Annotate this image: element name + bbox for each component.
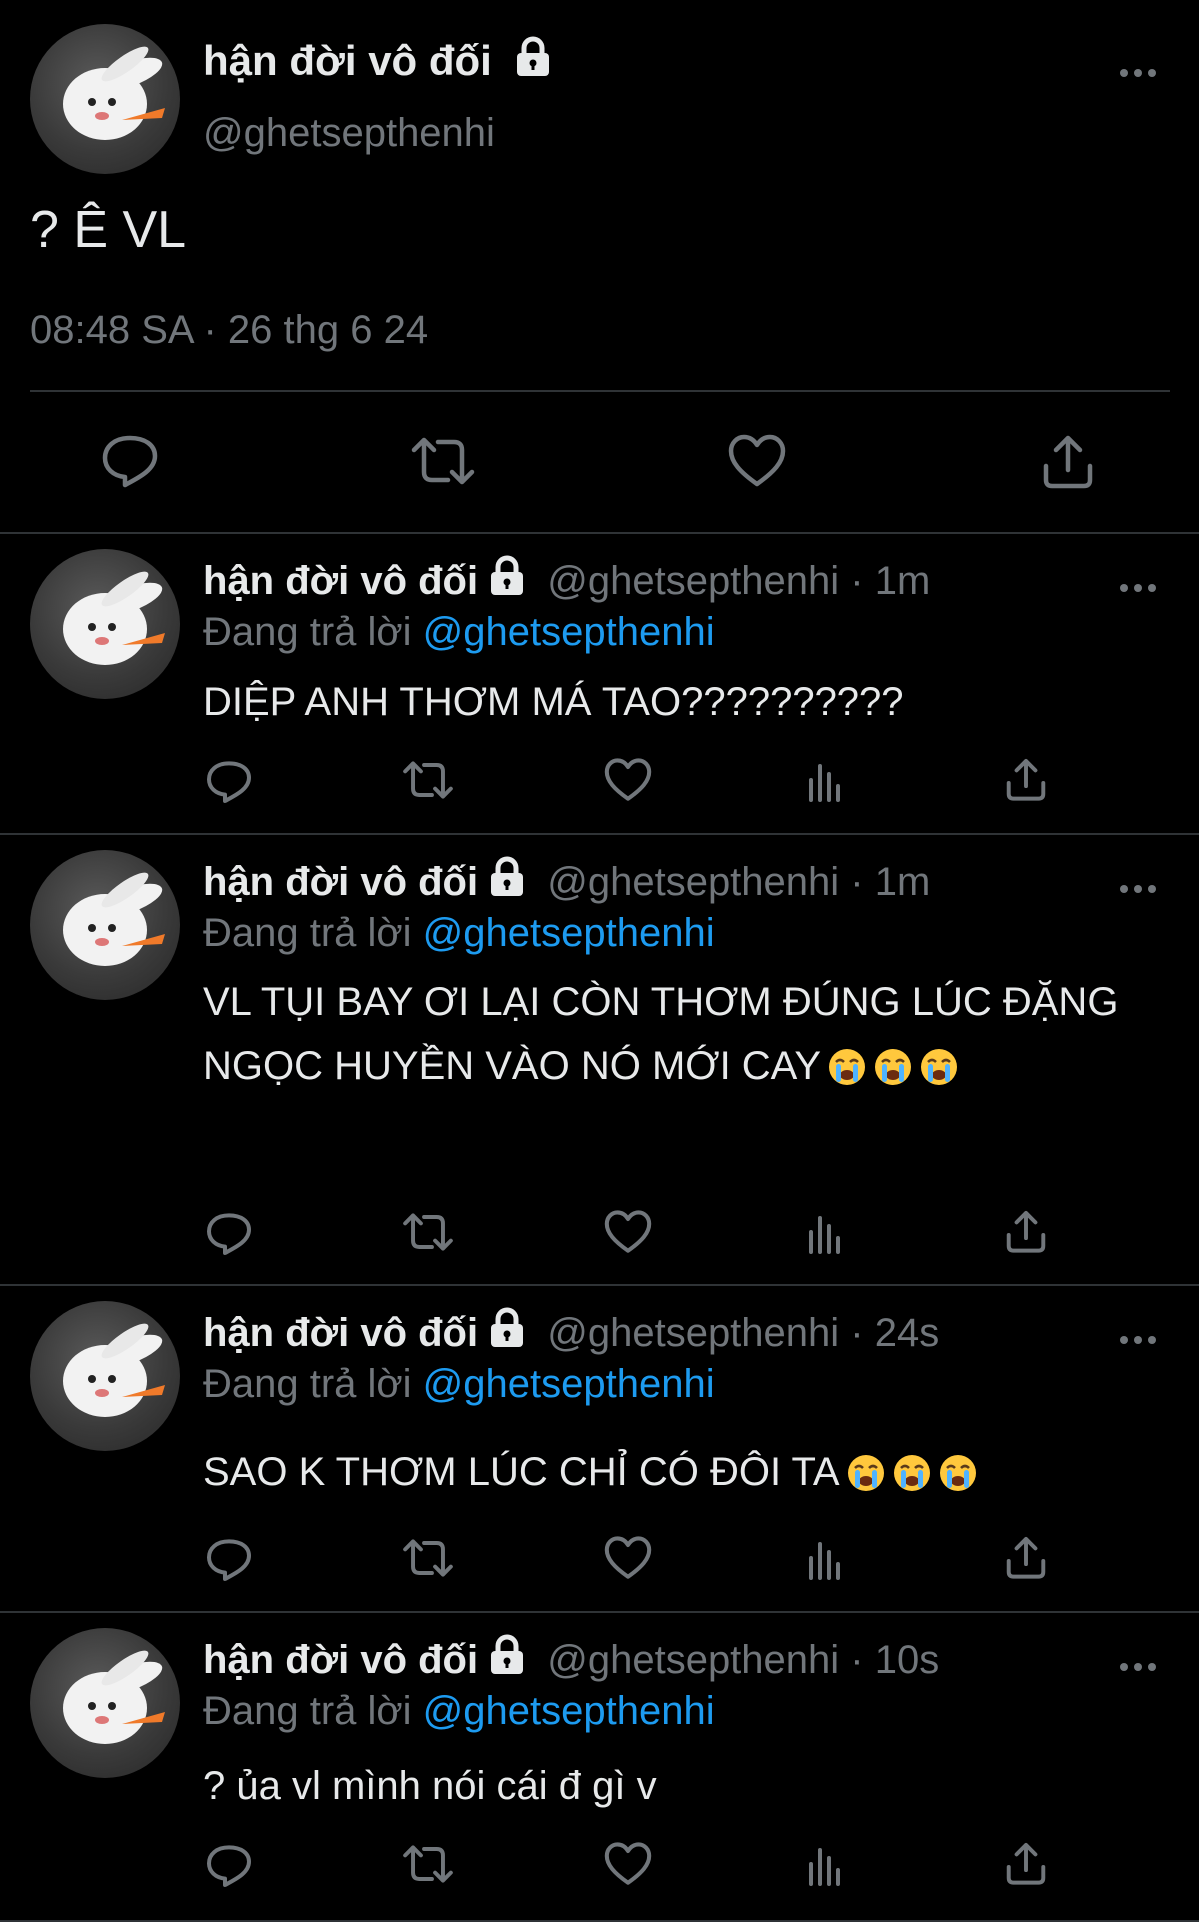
avatar[interactable]	[30, 549, 180, 699]
display-name[interactable]: hận đời vô đối	[203, 36, 552, 86]
share-icon[interactable]	[1040, 432, 1096, 490]
crying-face-emoji	[847, 1455, 884, 1491]
retweet-icon[interactable]	[402, 1842, 454, 1886]
divider	[0, 833, 1199, 835]
replying-to: Đang trả lời @ghetsepthenhi	[203, 610, 715, 654]
divider	[0, 532, 1199, 534]
share-icon[interactable]	[1004, 1534, 1048, 1580]
more-options-icon[interactable]	[1120, 63, 1160, 83]
like-icon[interactable]	[604, 758, 652, 802]
replying-to: Đang trả lời @ghetsepthenhi	[203, 1362, 715, 1406]
handle[interactable]: @ghetsepthenhi	[203, 108, 495, 158]
like-icon[interactable]	[604, 1842, 652, 1886]
lock-icon	[491, 1634, 524, 1674]
lock-icon	[516, 36, 549, 76]
reply-icon[interactable]	[205, 1842, 253, 1888]
tweet-text: DIỆP ANH THƠM MÁ TAO??????????	[203, 680, 904, 724]
avatar[interactable]	[30, 850, 180, 1000]
main-tweet: hận đời vô đối @ghetsepthenhi ? Ê VL 08:…	[0, 0, 1199, 532]
mention-link[interactable]: @ghetsepthenhi	[423, 610, 715, 654]
more-options-icon[interactable]	[1120, 879, 1160, 899]
retweet-icon[interactable]	[410, 434, 476, 488]
tweet-text: ? ủa vl mình nói cái đ gì v	[203, 1764, 657, 1808]
views-analytics-icon[interactable]	[806, 1538, 846, 1580]
handle-and-time[interactable]: @ghetsepthenhi · 24s	[547, 1311, 939, 1355]
display-name[interactable]: hận đời vô đối @ghetsepthenhi · 10s	[203, 1634, 939, 1685]
tweet-text: SAO K THƠM LÚC CHỈ CÓ ĐÔI TA	[203, 1440, 1163, 1504]
display-name[interactable]: hận đời vô đối @ghetsepthenhi · 1m	[203, 555, 930, 606]
divider	[0, 1611, 1199, 1613]
bunny-avatar-image	[63, 872, 165, 966]
mention-link[interactable]: @ghetsepthenhi	[423, 1689, 715, 1733]
lock-icon	[491, 555, 524, 595]
reply-icon[interactable]	[205, 758, 253, 804]
crying-face-emoji	[939, 1455, 976, 1491]
divider	[0, 1284, 1199, 1286]
views-analytics-icon[interactable]	[806, 1212, 846, 1254]
replying-to: Đang trả lời @ghetsepthenhi	[203, 1689, 715, 1733]
share-icon[interactable]	[1004, 756, 1048, 802]
like-icon[interactable]	[604, 1536, 652, 1580]
like-icon[interactable]	[604, 1210, 652, 1254]
retweet-icon[interactable]	[402, 1210, 454, 1254]
avatar[interactable]	[30, 1628, 180, 1778]
display-name[interactable]: hận đời vô đối @ghetsepthenhi · 1m	[203, 856, 930, 907]
tweet-text: VL TỤI BAY ƠI LẠI CÒN THƠM ĐÚNG LÚC ĐẶNG…	[203, 980, 1119, 1088]
more-options-icon[interactable]	[1120, 1330, 1160, 1350]
like-icon[interactable]	[728, 434, 786, 488]
more-options-icon[interactable]	[1120, 578, 1160, 598]
crying-face-emoji	[893, 1455, 930, 1491]
mention-link[interactable]: @ghetsepthenhi	[423, 1362, 715, 1406]
avatar[interactable]	[30, 1301, 180, 1451]
handle-and-time[interactable]: @ghetsepthenhi · 1m	[547, 860, 930, 904]
bunny-avatar-image	[63, 46, 165, 140]
share-icon[interactable]	[1004, 1840, 1048, 1886]
crying-face-emoji	[875, 1049, 912, 1085]
tweet-text: ? Ê VL	[30, 201, 187, 259]
replying-to: Đang trả lời @ghetsepthenhi	[203, 911, 715, 955]
lock-icon	[491, 856, 524, 896]
share-icon[interactable]	[1004, 1208, 1048, 1254]
more-options-icon[interactable]	[1120, 1657, 1160, 1677]
bunny-avatar-image	[63, 1323, 165, 1417]
reply-icon[interactable]	[205, 1210, 253, 1256]
tweet-timestamp[interactable]: 08:48 SA · 26 thg 6 24	[30, 308, 428, 353]
reply-icon[interactable]	[205, 1536, 253, 1582]
avatar[interactable]	[30, 24, 180, 174]
views-analytics-icon[interactable]	[806, 760, 846, 802]
lock-icon	[491, 1307, 524, 1347]
display-name[interactable]: hận đời vô đối @ghetsepthenhi · 24s	[203, 1307, 939, 1358]
crying-face-emoji	[921, 1049, 958, 1085]
handle-and-time[interactable]: @ghetsepthenhi · 1m	[547, 559, 930, 603]
reply-icon[interactable]	[100, 432, 160, 488]
bunny-avatar-image	[63, 1650, 165, 1744]
crying-face-emoji	[829, 1049, 866, 1085]
retweet-icon[interactable]	[402, 758, 454, 802]
divider	[30, 390, 1170, 392]
views-analytics-icon[interactable]	[806, 1844, 846, 1886]
bunny-avatar-image	[63, 571, 165, 665]
retweet-icon[interactable]	[402, 1536, 454, 1580]
mention-link[interactable]: @ghetsepthenhi	[423, 911, 715, 955]
handle-and-time[interactable]: @ghetsepthenhi · 10s	[547, 1638, 939, 1682]
